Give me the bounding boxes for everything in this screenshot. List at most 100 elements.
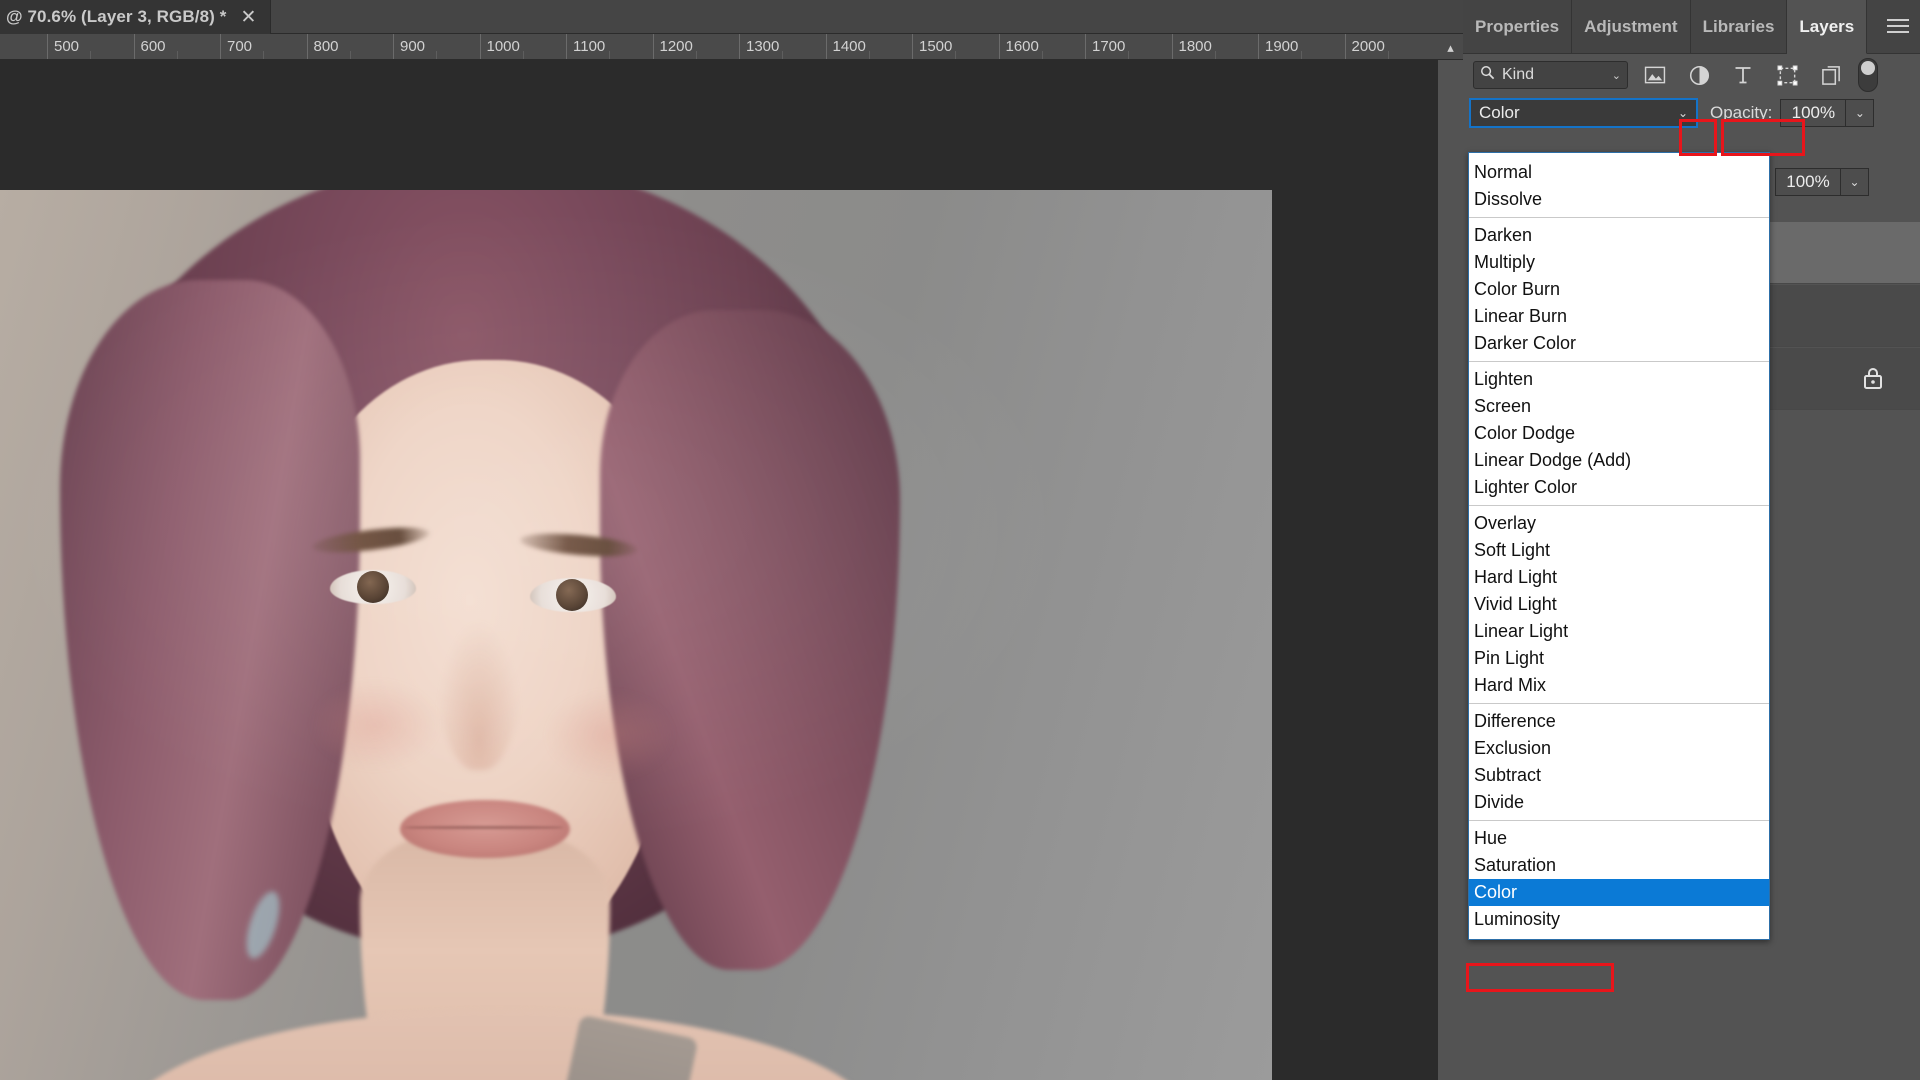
ruler-minor-tick xyxy=(868,51,870,59)
document-tab[interactable]: @ 70.6% (Layer 3, RGB/8) * ✕ xyxy=(0,0,272,34)
ruler-tick: 700 xyxy=(220,34,252,59)
menu-group: Normal Dissolve xyxy=(1469,155,1769,217)
menu-item-normal[interactable]: Normal xyxy=(1469,159,1769,186)
ruler-tick: 1700 xyxy=(1085,34,1125,59)
blend-mode-dropdown[interactable]: Normal Dissolve Darken Multiply Color Burn Li… xyxy=(1468,152,1770,940)
menu-group: Lighten Screen Color Dodge Linear Dodge (Ad… xyxy=(1469,362,1769,505)
shape-layer-filter-icon[interactable] xyxy=(1770,60,1804,90)
chevron-down-icon[interactable]: ⌄ xyxy=(1678,106,1688,120)
ruler-minor-tick xyxy=(782,51,784,59)
lock-icon xyxy=(1862,366,1884,395)
panel-collapse-icon[interactable]: ▴ xyxy=(1438,34,1463,60)
close-icon[interactable]: ✕ xyxy=(240,8,256,27)
menu-item-exclusion[interactable]: Exclusion xyxy=(1469,735,1769,762)
menu-item-darken[interactable]: Darken xyxy=(1469,222,1769,249)
menu-item-overlay[interactable]: Overlay xyxy=(1469,510,1769,537)
menu-group: Darken Multiply Color Burn Linear Burn Darke… xyxy=(1469,218,1769,361)
search-icon xyxy=(1480,65,1495,85)
ruler-tick: 2000 xyxy=(1344,34,1385,59)
menu-item-vivid-light[interactable]: Vivid Light xyxy=(1469,591,1769,618)
menu-item-screen[interactable]: Screen xyxy=(1469,393,1769,420)
ruler-tick: 1500 xyxy=(912,34,952,59)
smart-object-filter-icon[interactable] xyxy=(1814,60,1848,90)
menu-item-color[interactable]: Color xyxy=(1469,879,1769,906)
opacity-value[interactable]: 100% xyxy=(1780,99,1847,127)
menu-item-lighten[interactable]: Lighten xyxy=(1469,366,1769,393)
panel-menu-button[interactable] xyxy=(1876,0,1920,54)
document-tab-title: @ 70.6% (Layer 3, RGB/8) * xyxy=(6,7,227,26)
menu-item-pin-light[interactable]: Pin Light xyxy=(1469,645,1769,672)
opacity-label: Opacity: xyxy=(1710,103,1773,122)
ruler-minor-tick xyxy=(1214,51,1216,59)
panel-tab-bar: Properties Adjustment Libraries Layers xyxy=(1463,0,1920,54)
horizontal-ruler[interactable]: 500 600 700 800 900 1000 1100 1200 1300 1400 1500 1… xyxy=(0,34,1438,60)
menu-item-subtract[interactable]: Subtract xyxy=(1469,762,1769,789)
adjustment-layer-filter-icon[interactable] xyxy=(1682,60,1716,90)
menu-item-dissolve[interactable]: Dissolve xyxy=(1469,186,1769,213)
tab-layers[interactable]: Layers xyxy=(1787,0,1868,54)
type-layer-filter-icon[interactable] xyxy=(1726,60,1760,90)
tab-properties[interactable]: Properties xyxy=(1463,0,1573,54)
kind-filter-label: Kind xyxy=(1502,66,1535,83)
menu-item-soft-light[interactable]: Soft Light xyxy=(1469,537,1769,564)
menu-item-multiply[interactable]: Multiply xyxy=(1469,249,1769,276)
menu-item-lighter-color[interactable]: Lighter Color xyxy=(1469,474,1769,501)
menu-group: Difference Exclusion Subtract Divide xyxy=(1469,704,1769,820)
image-vignette xyxy=(0,190,1272,1080)
ruler-minor-tick xyxy=(1387,51,1389,59)
menu-item-linear-dodge-add[interactable]: Linear Dodge (Add) xyxy=(1469,447,1769,474)
menu-item-hard-mix[interactable]: Hard Mix xyxy=(1469,672,1769,699)
fill-chevron-down-icon[interactable]: ⌄ xyxy=(1841,168,1869,196)
ruler-tick: 1100 xyxy=(566,34,605,59)
ruler-minor-tick xyxy=(176,51,178,59)
menu-item-saturation[interactable]: Saturation xyxy=(1469,852,1769,879)
menu-item-hue[interactable]: Hue xyxy=(1469,825,1769,852)
ruler-tick: 1200 xyxy=(652,34,693,59)
ruler-tick: 600 xyxy=(133,34,166,59)
ruler-minor-tick xyxy=(695,51,697,59)
kind-filter-select[interactable]: Kind ⌄ xyxy=(1473,61,1628,89)
ruler-tick: 1400 xyxy=(825,34,866,59)
menu-item-linear-light[interactable]: Linear Light xyxy=(1469,618,1769,645)
tab-libraries[interactable]: Libraries xyxy=(1690,0,1788,54)
ruler-tick: 1900 xyxy=(1258,34,1298,59)
filter-enable-toggle[interactable] xyxy=(1858,58,1878,92)
menu-item-darker-color[interactable]: Darker Color xyxy=(1469,330,1769,357)
ruler-tick: 500 xyxy=(47,34,79,59)
ruler-minor-tick xyxy=(349,51,351,59)
menu-item-color-burn[interactable]: Color Burn xyxy=(1469,276,1769,303)
ruler-tick: 800 xyxy=(306,34,339,59)
photoshop-window: @ 70.6% (Layer 3, RGB/8) * ✕ 500 600 700 80… xyxy=(0,0,1920,1080)
ruler-tick: 900 xyxy=(393,34,425,59)
menu-item-divide[interactable]: Divide xyxy=(1469,789,1769,816)
ruler-tick: 1800 xyxy=(1171,34,1212,59)
document-tab-strip: @ 70.6% (Layer 3, RGB/8) * ✕ xyxy=(0,0,1463,34)
ruler-tick: 1000 xyxy=(479,34,520,59)
blend-mode-select[interactable]: Color ⌄ xyxy=(1469,98,1698,128)
menu-item-difference[interactable]: Difference xyxy=(1469,708,1769,735)
image-artboard[interactable] xyxy=(0,190,1272,1080)
ruler-minor-tick xyxy=(90,51,92,59)
ruler-minor-tick xyxy=(436,51,438,59)
tab-adjustment[interactable]: Adjustment xyxy=(1572,0,1691,54)
ruler-minor-tick xyxy=(609,51,611,59)
layer-filter-row: Kind ⌄ xyxy=(1463,54,1920,96)
opacity-chevron-down-icon[interactable]: ⌄ xyxy=(1846,99,1875,127)
canvas-area[interactable] xyxy=(0,60,1438,1080)
ruler-tick: 1300 xyxy=(739,34,779,59)
menu-item-luminosity[interactable]: Luminosity xyxy=(1469,906,1769,933)
ruler-minor-tick xyxy=(522,51,524,59)
blend-mode-value: Color xyxy=(1479,103,1520,122)
menu-group: Hue Saturation Color Luminosity xyxy=(1469,821,1769,937)
ruler-minor-tick xyxy=(1301,51,1303,59)
menu-item-hard-light[interactable]: Hard Light xyxy=(1469,564,1769,591)
ruler-minor-tick xyxy=(955,51,957,59)
menu-item-linear-burn[interactable]: Linear Burn xyxy=(1469,303,1769,330)
fill-value[interactable]: 100% xyxy=(1775,168,1841,196)
hamburger-menu-icon xyxy=(1887,19,1909,34)
chevron-down-icon: ⌄ xyxy=(1611,69,1621,82)
menu-item-color-dodge[interactable]: Color Dodge xyxy=(1469,420,1769,447)
pixel-layer-filter-icon[interactable] xyxy=(1638,60,1672,90)
ruler-minor-tick xyxy=(263,51,265,59)
ruler-tick: 1600 xyxy=(998,34,1039,59)
